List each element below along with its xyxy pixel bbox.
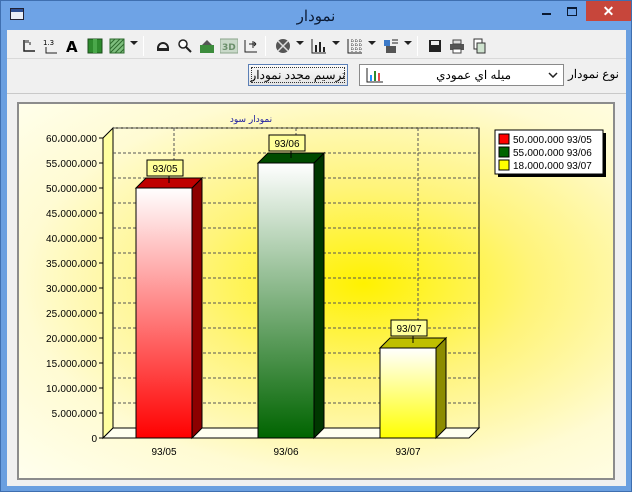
legend-entry: 18،000،000 93/07 [513,161,592,172]
chart-window: نمودار ✕ 1.3 A 3D ترسیم مجدد نمودار میله… [0,0,632,492]
y-tick-label: 60،000،000 [46,134,97,145]
chart-type-dropdown-arrow[interactable] [332,41,340,45]
print-icon[interactable] [447,36,467,56]
data-labels-icon[interactable]: 1.3 [41,36,61,56]
x-tick-label: 93/06 [273,447,298,458]
minimize-button[interactable] [532,1,560,21]
bar [379,347,437,439]
chevron-down-icon[interactable] [545,67,561,83]
chart-title: نمودار سود [230,115,272,125]
axis-icon[interactable] [19,36,39,56]
maximize-icon [567,6,577,16]
pattern-icon[interactable] [107,36,127,56]
move-icon[interactable] [241,36,261,56]
y-tick-label: 45،000،000 [46,209,97,220]
copy-icon[interactable] [469,36,489,56]
y-tick-label: 55،000،000 [46,159,97,170]
palette-icon[interactable] [273,36,293,56]
toolbar-separator [417,36,418,56]
redraw-chart-button[interactable]: ترسیم مجدد نمودار [248,64,348,86]
fill-color-icon[interactable] [85,36,105,56]
y-tick-label: 20،000،000 [46,334,97,345]
legend-entry: 50،000،000 93/05 [513,135,592,146]
svg-text:1.3: 1.3 [43,39,54,47]
left-wall [102,126,114,440]
chart-type-select[interactable]: میله اي عمودي [359,64,564,86]
client-area: 1.3 A 3D ترسیم مجدد نمودار میله اي عمودي… [7,30,626,486]
bar-chart-icon [366,67,384,83]
toolbar-separator [265,36,266,56]
title-bar[interactable]: نمودار ✕ [1,1,631,30]
bar-side [435,336,447,440]
bar-side [191,176,203,440]
legend-entry: 55،000،000 93/06 [513,148,592,159]
x-tick-label: 93/05 [151,447,176,458]
bar [257,162,315,439]
legend-swatch [498,159,510,171]
rotate-icon[interactable] [153,36,173,56]
y-tick-label: 10،000،000 [46,384,97,395]
y-tick-label: 0 [91,434,97,445]
series-icon[interactable] [381,36,401,56]
palette-dropdown-arrow[interactable] [296,41,304,45]
y-tick-label: 30،000،000 [46,284,97,295]
options-bar: ترسیم مجدد نمودار میله اي عمودي نوع نمود… [7,58,626,90]
data-label: 93/07 [396,324,421,335]
y-tick-label: 35،000،000 [46,259,97,270]
x-tick-label: 93/07 [395,447,420,458]
y-tick-label: 15،000،000 [46,359,97,370]
chart-type-icon[interactable] [309,36,329,56]
legend-swatch [498,133,510,145]
zoom-icon[interactable] [175,36,195,56]
chart-frame: 0 5،000،000 10،000،000 15،000،000 20،000،000… [7,93,626,486]
font-icon[interactable]: A [63,36,83,56]
grid-icon[interactable] [345,36,365,56]
save-icon[interactable] [425,36,445,56]
bar-chart: 0 5،000،000 10،000،000 15،000،000 20،000،000… [46,115,606,458]
close-button[interactable]: ✕ [586,1,631,21]
chart-toolbar: 1.3 A 3D [13,33,486,58]
data-label: 93/05 [152,164,177,175]
pattern-dropdown-arrow[interactable] [130,41,138,45]
data-label: 93/06 [274,139,299,150]
maximize-button[interactable] [558,1,586,21]
chart-type-label: نوع نمودار [568,67,619,81]
3d-label: 3D [222,43,236,53]
grid-dropdown-arrow[interactable] [368,41,376,45]
bar-side [313,151,325,440]
minimize-icon [541,13,551,15]
y-tick-label: 40،000،000 [46,234,97,245]
svg-text:A: A [66,38,78,54]
scale-icon[interactable] [197,36,217,56]
legend-swatch [498,146,510,158]
bar [135,187,193,439]
y-tick-label: 25،000،000 [46,309,97,320]
3d-toggle-icon[interactable]: 3D [219,36,239,56]
series-dropdown-arrow[interactable] [404,41,412,45]
y-tick-label: 50،000،000 [46,184,97,195]
toolbar-separator [143,36,144,56]
y-tick-label: 5،000،000 [52,409,98,420]
chart-panel: 0 5،000،000 10،000،000 15،000،000 20،000،000… [17,102,615,480]
chart-type-value: میله اي عمودي [436,68,511,82]
